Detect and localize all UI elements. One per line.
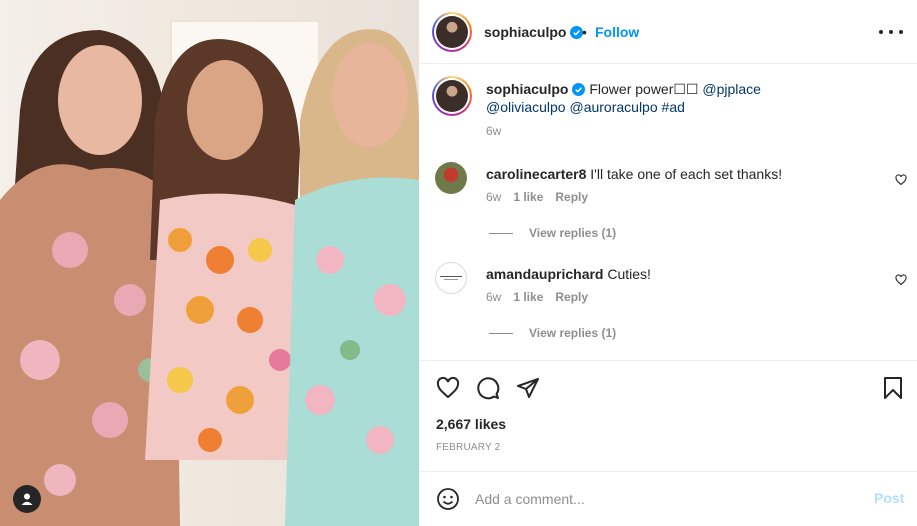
caption-text: sophiaculpo Flower power☐☐ @pjplace @oli… [486, 80, 886, 116]
smiley-icon[interactable] [436, 487, 460, 511]
caption-avatar[interactable] [432, 76, 472, 116]
mention-oliviaculpo[interactable]: @oliviaculpo [486, 99, 566, 115]
comment-heart-icon[interactable] [895, 174, 907, 186]
comment-username[interactable]: carolinecarter8 [486, 166, 586, 182]
comment-username[interactable]: amandauprichard [486, 266, 603, 282]
view-replies-label[interactable]: View replies (1) [529, 226, 616, 240]
add-comment-bar: Post [419, 471, 917, 526]
comment-text: carolinecarter8 I'll take one of each se… [486, 165, 782, 183]
hashtag-ad[interactable]: #ad [662, 99, 685, 115]
view-replies-button[interactable]: View replies (1) [489, 226, 616, 240]
replies-divider [489, 332, 513, 334]
comment-icon[interactable] [476, 376, 500, 400]
comment-time[interactable]: 6w [486, 290, 501, 304]
view-replies-button[interactable]: View replies (1) [489, 326, 616, 340]
comment-meta: 6w 1 like Reply [486, 190, 588, 204]
post-image[interactable] [0, 0, 419, 526]
comment-likes[interactable]: 1 like [513, 190, 543, 204]
photo-illustration [0, 29, 419, 526]
view-replies-label[interactable]: View replies (1) [529, 326, 616, 340]
header-username[interactable]: sophiaculpo [484, 24, 584, 40]
avatar[interactable] [432, 12, 472, 52]
comment-avatar[interactable] [435, 262, 467, 294]
caption-time[interactable]: 6w [486, 124, 501, 138]
comment-heart-icon[interactable] [895, 274, 907, 286]
post-date[interactable]: FEBRUARY 2 [436, 442, 500, 453]
more-horizontal-icon[interactable] [879, 22, 903, 42]
post-button[interactable]: Post [874, 490, 904, 506]
reply-button[interactable]: Reply [555, 290, 588, 304]
comment-time[interactable]: 6w [486, 190, 501, 204]
bookmark-icon[interactable] [881, 376, 905, 400]
post-header: sophiaculpo • Follow [419, 0, 917, 64]
post-details-panel: sophiaculpo • Follow sophiaculpo Flower … [419, 0, 917, 526]
caption-body: Flower power [589, 81, 674, 97]
reply-button[interactable]: Reply [555, 190, 588, 204]
separator-dot: • [582, 24, 587, 40]
comment-likes[interactable]: 1 like [513, 290, 543, 304]
comment-meta: 6w 1 like Reply [486, 290, 588, 304]
person-tag-icon[interactable] [13, 485, 41, 513]
comment-body: I'll take one of each set thanks! [590, 166, 783, 182]
username-text[interactable]: sophiaculpo [484, 24, 566, 40]
mention-pjplace[interactable]: @pjplace [702, 81, 761, 97]
comment-avatar[interactable] [435, 162, 467, 194]
action-bar [419, 360, 917, 414]
caption-username[interactable]: sophiaculpo [486, 81, 568, 97]
comment-text: amandauprichard Cuties! [486, 265, 651, 283]
heart-icon[interactable] [436, 376, 460, 400]
caption-emoji: ☐☐ [673, 81, 699, 97]
paper-plane-icon[interactable] [516, 376, 540, 400]
follow-button[interactable]: Follow [595, 24, 639, 40]
comment-body: Cuties! [607, 266, 651, 282]
mention-auroraculpo[interactable]: @auroraculpo [569, 99, 657, 115]
comment-input[interactable] [475, 488, 855, 510]
likes-count[interactable]: 2,667 likes [436, 416, 506, 432]
replies-divider [489, 232, 513, 234]
verified-badge-icon [572, 83, 586, 96]
